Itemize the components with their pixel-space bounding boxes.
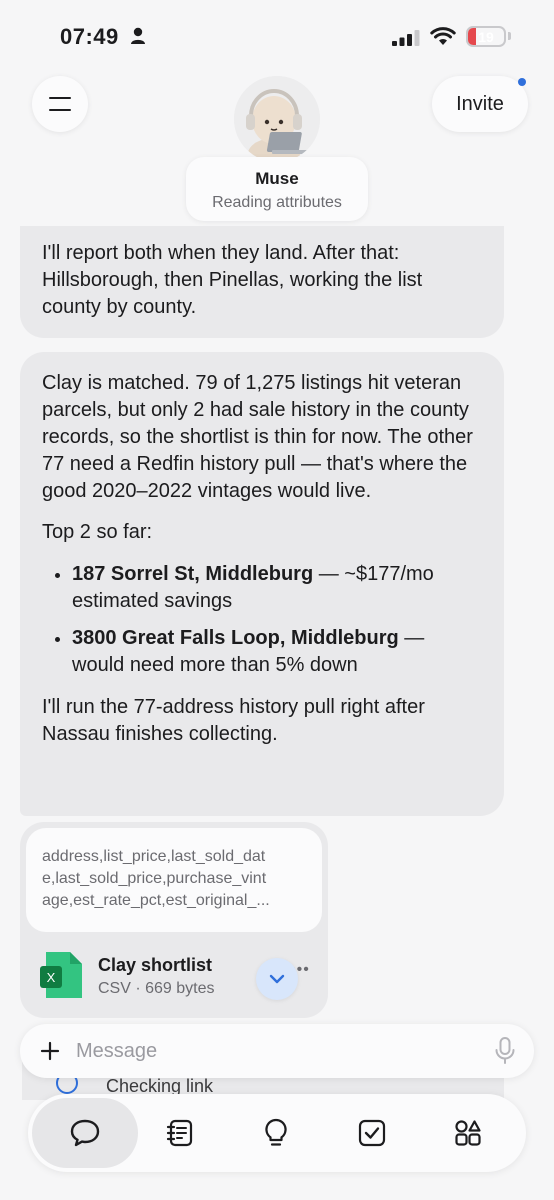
preview-line: age,est_rate_pct,est_original_... bbox=[42, 892, 270, 909]
message-text: Top 2 so far: bbox=[42, 521, 153, 543]
agent-card[interactable]: Muse Reading attributes bbox=[186, 157, 368, 221]
preview-line: address,list_price,last_sold_dat bbox=[42, 848, 266, 865]
spreadsheet-file-icon: X bbox=[40, 952, 82, 998]
plus-icon[interactable] bbox=[38, 1039, 62, 1063]
message-text: Clay is matched. 79 of 1,275 listings hi… bbox=[42, 372, 473, 502]
robot-avatar-icon bbox=[234, 76, 320, 162]
notification-dot bbox=[518, 78, 526, 86]
list-item: 3800 Great Falls Loop, Middleburg — woul… bbox=[72, 625, 482, 679]
scroll-to-bottom-button[interactable] bbox=[256, 958, 298, 1000]
status-time: 07:49 bbox=[60, 24, 119, 49]
agent-status: Reading attributes bbox=[212, 194, 342, 211]
person-icon bbox=[131, 27, 145, 44]
invite-button[interactable]: Invite bbox=[432, 76, 528, 132]
cellular-signal-icon bbox=[392, 30, 420, 46]
lightbulb-icon bbox=[265, 1118, 287, 1146]
tab-tasks[interactable] bbox=[328, 1098, 416, 1168]
message-text: I'll report both when they land. After t… bbox=[42, 242, 423, 318]
chevron-down-icon bbox=[269, 974, 285, 984]
microphone-icon[interactable] bbox=[494, 1037, 516, 1065]
address-bold: 3800 Great Falls Loop, Middleburg bbox=[72, 627, 399, 649]
wifi-icon bbox=[430, 27, 456, 45]
tab-notes[interactable] bbox=[136, 1098, 224, 1168]
preview-line: e,last_sold_price,purchase_vint bbox=[42, 870, 267, 887]
file-name: Clay shortlist bbox=[98, 955, 213, 975]
status-bar: 07:49 19 bbox=[0, 0, 554, 72]
tab-apps[interactable] bbox=[424, 1098, 512, 1168]
list-item: 187 Sorrel St, Middleburg — ~$177/mo est… bbox=[72, 561, 482, 615]
tasks-icon bbox=[358, 1119, 386, 1147]
battery-level: 19 bbox=[478, 29, 494, 45]
tab-chat[interactable] bbox=[32, 1098, 138, 1168]
agent-name: Muse bbox=[255, 169, 299, 188]
assistant-message: Clay is matched. 79 of 1,275 listings hi… bbox=[20, 352, 504, 816]
menu-button[interactable] bbox=[32, 76, 88, 132]
notes-icon bbox=[166, 1119, 193, 1147]
address-bold: 187 Sorrel St, Middleburg bbox=[72, 563, 314, 585]
message-text: I'll run the 77-address history pull rig… bbox=[42, 696, 425, 745]
apps-icon bbox=[455, 1120, 481, 1146]
tab-ideas[interactable] bbox=[232, 1098, 320, 1168]
message-composer bbox=[20, 1024, 534, 1078]
file-preview[interactable]: address,list_price,last_sold_dat e,last_… bbox=[26, 828, 322, 932]
assistant-message: I'll report both when they land. After t… bbox=[20, 226, 504, 338]
chat-icon bbox=[70, 1119, 100, 1147]
excel-letter: X bbox=[47, 970, 56, 985]
agent-avatar[interactable] bbox=[234, 76, 320, 162]
bottom-tab-bar bbox=[28, 1094, 526, 1172]
bullet-list: 187 Sorrel St, Middleburg — ~$177/mo est… bbox=[42, 561, 482, 679]
battery-icon: 19 bbox=[466, 26, 506, 47]
file-meta: CSV · 669 bytes bbox=[98, 980, 215, 997]
message-input[interactable] bbox=[76, 1024, 476, 1078]
